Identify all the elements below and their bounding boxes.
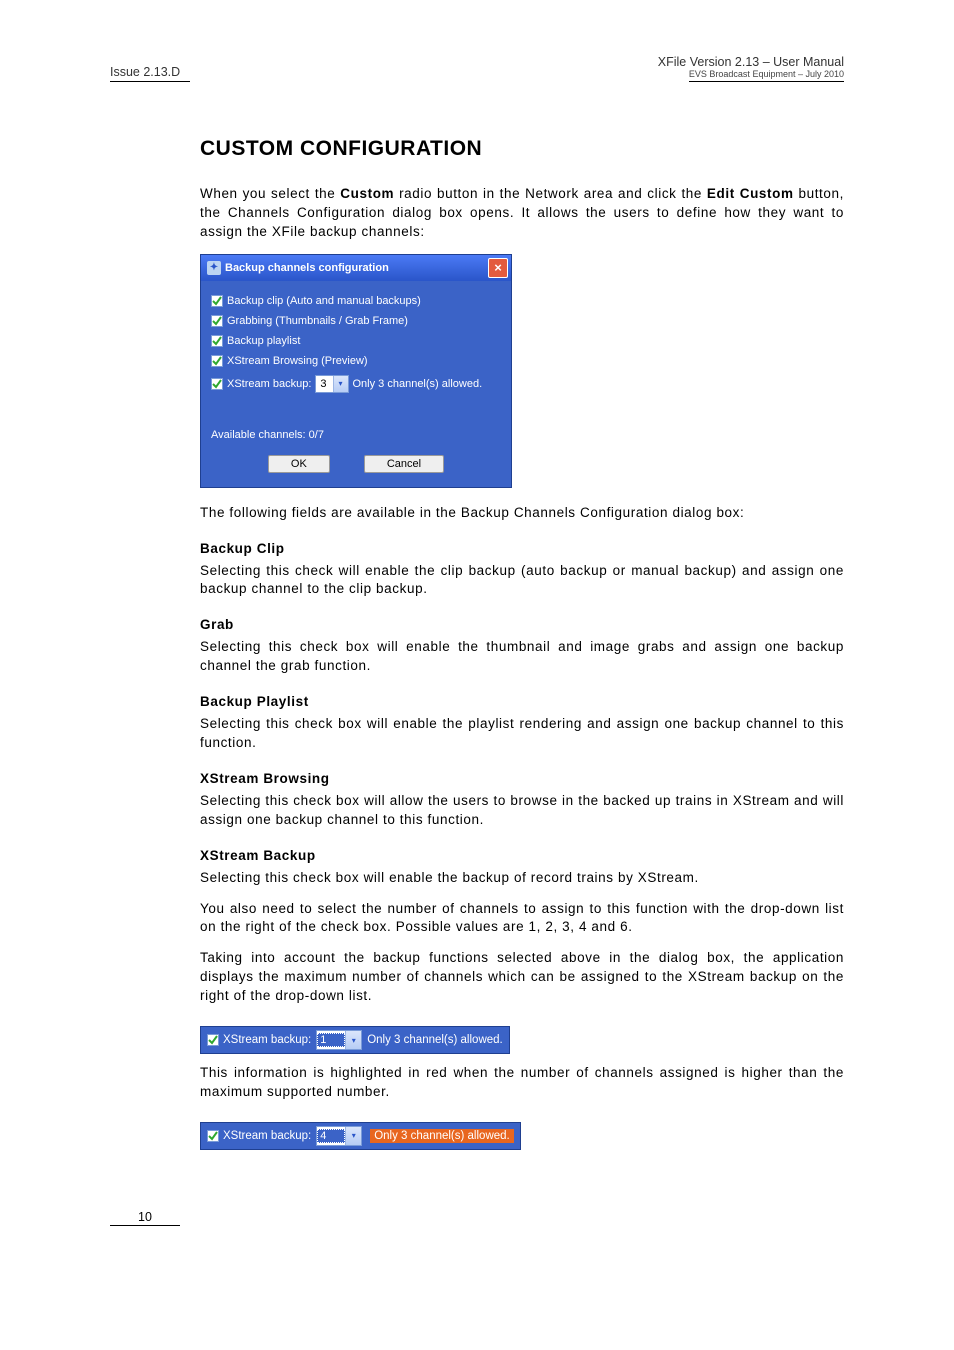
strip-label: XStream backup:	[223, 1034, 311, 1046]
field-text-backup-clip: Selecting this check will enable the cli…	[200, 562, 844, 600]
page-number: 10	[110, 1210, 180, 1226]
following-fields-paragraph: The following fields are available in th…	[200, 504, 844, 523]
dropdown-value: 3	[316, 378, 332, 390]
doc-subtitle: EVS Broadcast Equipment – July 2010	[689, 69, 844, 82]
checkbox-label: Grabbing (Thumbnails / Grab Frame)	[227, 315, 408, 327]
field-heading-backup-playlist: Backup Playlist	[200, 694, 844, 709]
available-channels-label: Available channels: 0/7	[211, 429, 501, 441]
checkbox-grabbing[interactable]	[211, 315, 223, 327]
field-text-backup-playlist: Selecting this check box will enable the…	[200, 715, 844, 753]
checkbox-label: Backup playlist	[227, 335, 300, 347]
page-header: Issue 2.13.D XFile Version 2.13 – User M…	[110, 55, 844, 82]
strip-note-warning: Only 3 channel(s) allowed.	[370, 1129, 514, 1143]
strip-dropdown[interactable]: 4 ▾	[316, 1126, 362, 1146]
field-text-grab: Selecting this check box will enable the…	[200, 638, 844, 676]
checkbox-xstream-browsing[interactable]	[211, 355, 223, 367]
xstream-backup-note: Only 3 channel(s) allowed.	[353, 378, 483, 390]
intro-text-mid: radio button in the Network area and cli…	[394, 186, 707, 201]
chevron-down-icon: ▾	[345, 1031, 361, 1049]
field-heading-xstream-browsing: XStream Browsing	[200, 771, 844, 786]
intro-paragraph: When you select the Custom radio button …	[200, 185, 844, 242]
issue-label: Issue 2.13.D	[110, 65, 190, 82]
dropdown-value: 1	[317, 1033, 345, 1047]
field-text-xstream-backup-3: Taking into account the backup functions…	[200, 949, 844, 1006]
backup-channels-dialog: ✦ Backup channels configuration × Backup…	[200, 254, 512, 488]
checkbox-backup-playlist-row: Backup playlist	[211, 335, 501, 347]
checkbox-backup-clip-row: Backup clip (Auto and manual backups)	[211, 295, 501, 307]
checkbox-icon[interactable]	[207, 1130, 219, 1142]
xstream-backup-strip-normal: XStream backup: 1 ▾ Only 3 channel(s) al…	[200, 1026, 510, 1054]
checkbox-label: Backup clip (Auto and manual backups)	[227, 295, 421, 307]
ok-button[interactable]: OK	[268, 455, 330, 473]
chevron-down-icon: ▾	[333, 376, 348, 392]
field-heading-grab: Grab	[200, 617, 844, 632]
strip-dropdown[interactable]: 1 ▾	[316, 1030, 362, 1050]
close-icon[interactable]: ×	[488, 258, 508, 278]
checkbox-label: XStream backup:	[227, 378, 311, 390]
xstream-backup-dropdown[interactable]: 3 ▾	[315, 375, 348, 393]
dropdown-value: 4	[317, 1129, 345, 1143]
chevron-down-icon: ▾	[345, 1127, 361, 1145]
strip-label: XStream backup:	[223, 1130, 311, 1142]
field-heading-backup-clip: Backup Clip	[200, 541, 844, 556]
intro-bold-edit: Edit Custom	[707, 186, 794, 201]
dialog-title: Backup channels configuration	[225, 262, 389, 274]
field-text-xstream-backup-2: You also need to select the number of ch…	[200, 900, 844, 938]
checkbox-grabbing-row: Grabbing (Thumbnails / Grab Frame)	[211, 315, 501, 327]
field-text-xstream-backup-1: Selecting this check box will enable the…	[200, 869, 844, 888]
checkbox-xstream-backup[interactable]	[211, 378, 223, 390]
dialog-titlebar: ✦ Backup channels configuration ×	[201, 255, 511, 281]
intro-bold-custom: Custom	[340, 186, 394, 201]
strip-note: Only 3 channel(s) allowed.	[367, 1034, 503, 1046]
checkbox-icon[interactable]	[207, 1034, 219, 1046]
checkbox-label: XStream Browsing (Preview)	[227, 355, 368, 367]
field-heading-xstream-backup: XStream Backup	[200, 848, 844, 863]
field-text-xstream-browsing: Selecting this check box will allow the …	[200, 792, 844, 830]
page-footer: 10	[110, 1210, 844, 1226]
xstream-backup-strip-warning: XStream backup: 4 ▾ Only 3 channel(s) al…	[200, 1122, 521, 1150]
checkbox-xstream-backup-row: XStream backup: 3 ▾ Only 3 channel(s) al…	[211, 375, 501, 393]
checkbox-backup-playlist[interactable]	[211, 335, 223, 347]
doc-title: XFile Version 2.13 – User Manual	[658, 55, 844, 69]
app-icon: ✦	[207, 261, 221, 275]
intro-text: When you select the	[200, 186, 340, 201]
cancel-button[interactable]: Cancel	[364, 455, 444, 473]
section-heading: CUSTOM CONFIGURATION	[200, 137, 844, 161]
checkbox-backup-clip[interactable]	[211, 295, 223, 307]
checkbox-xstream-browsing-row: XStream Browsing (Preview)	[211, 355, 501, 367]
field-text-xstream-backup-4: This information is highlighted in red w…	[200, 1064, 844, 1102]
